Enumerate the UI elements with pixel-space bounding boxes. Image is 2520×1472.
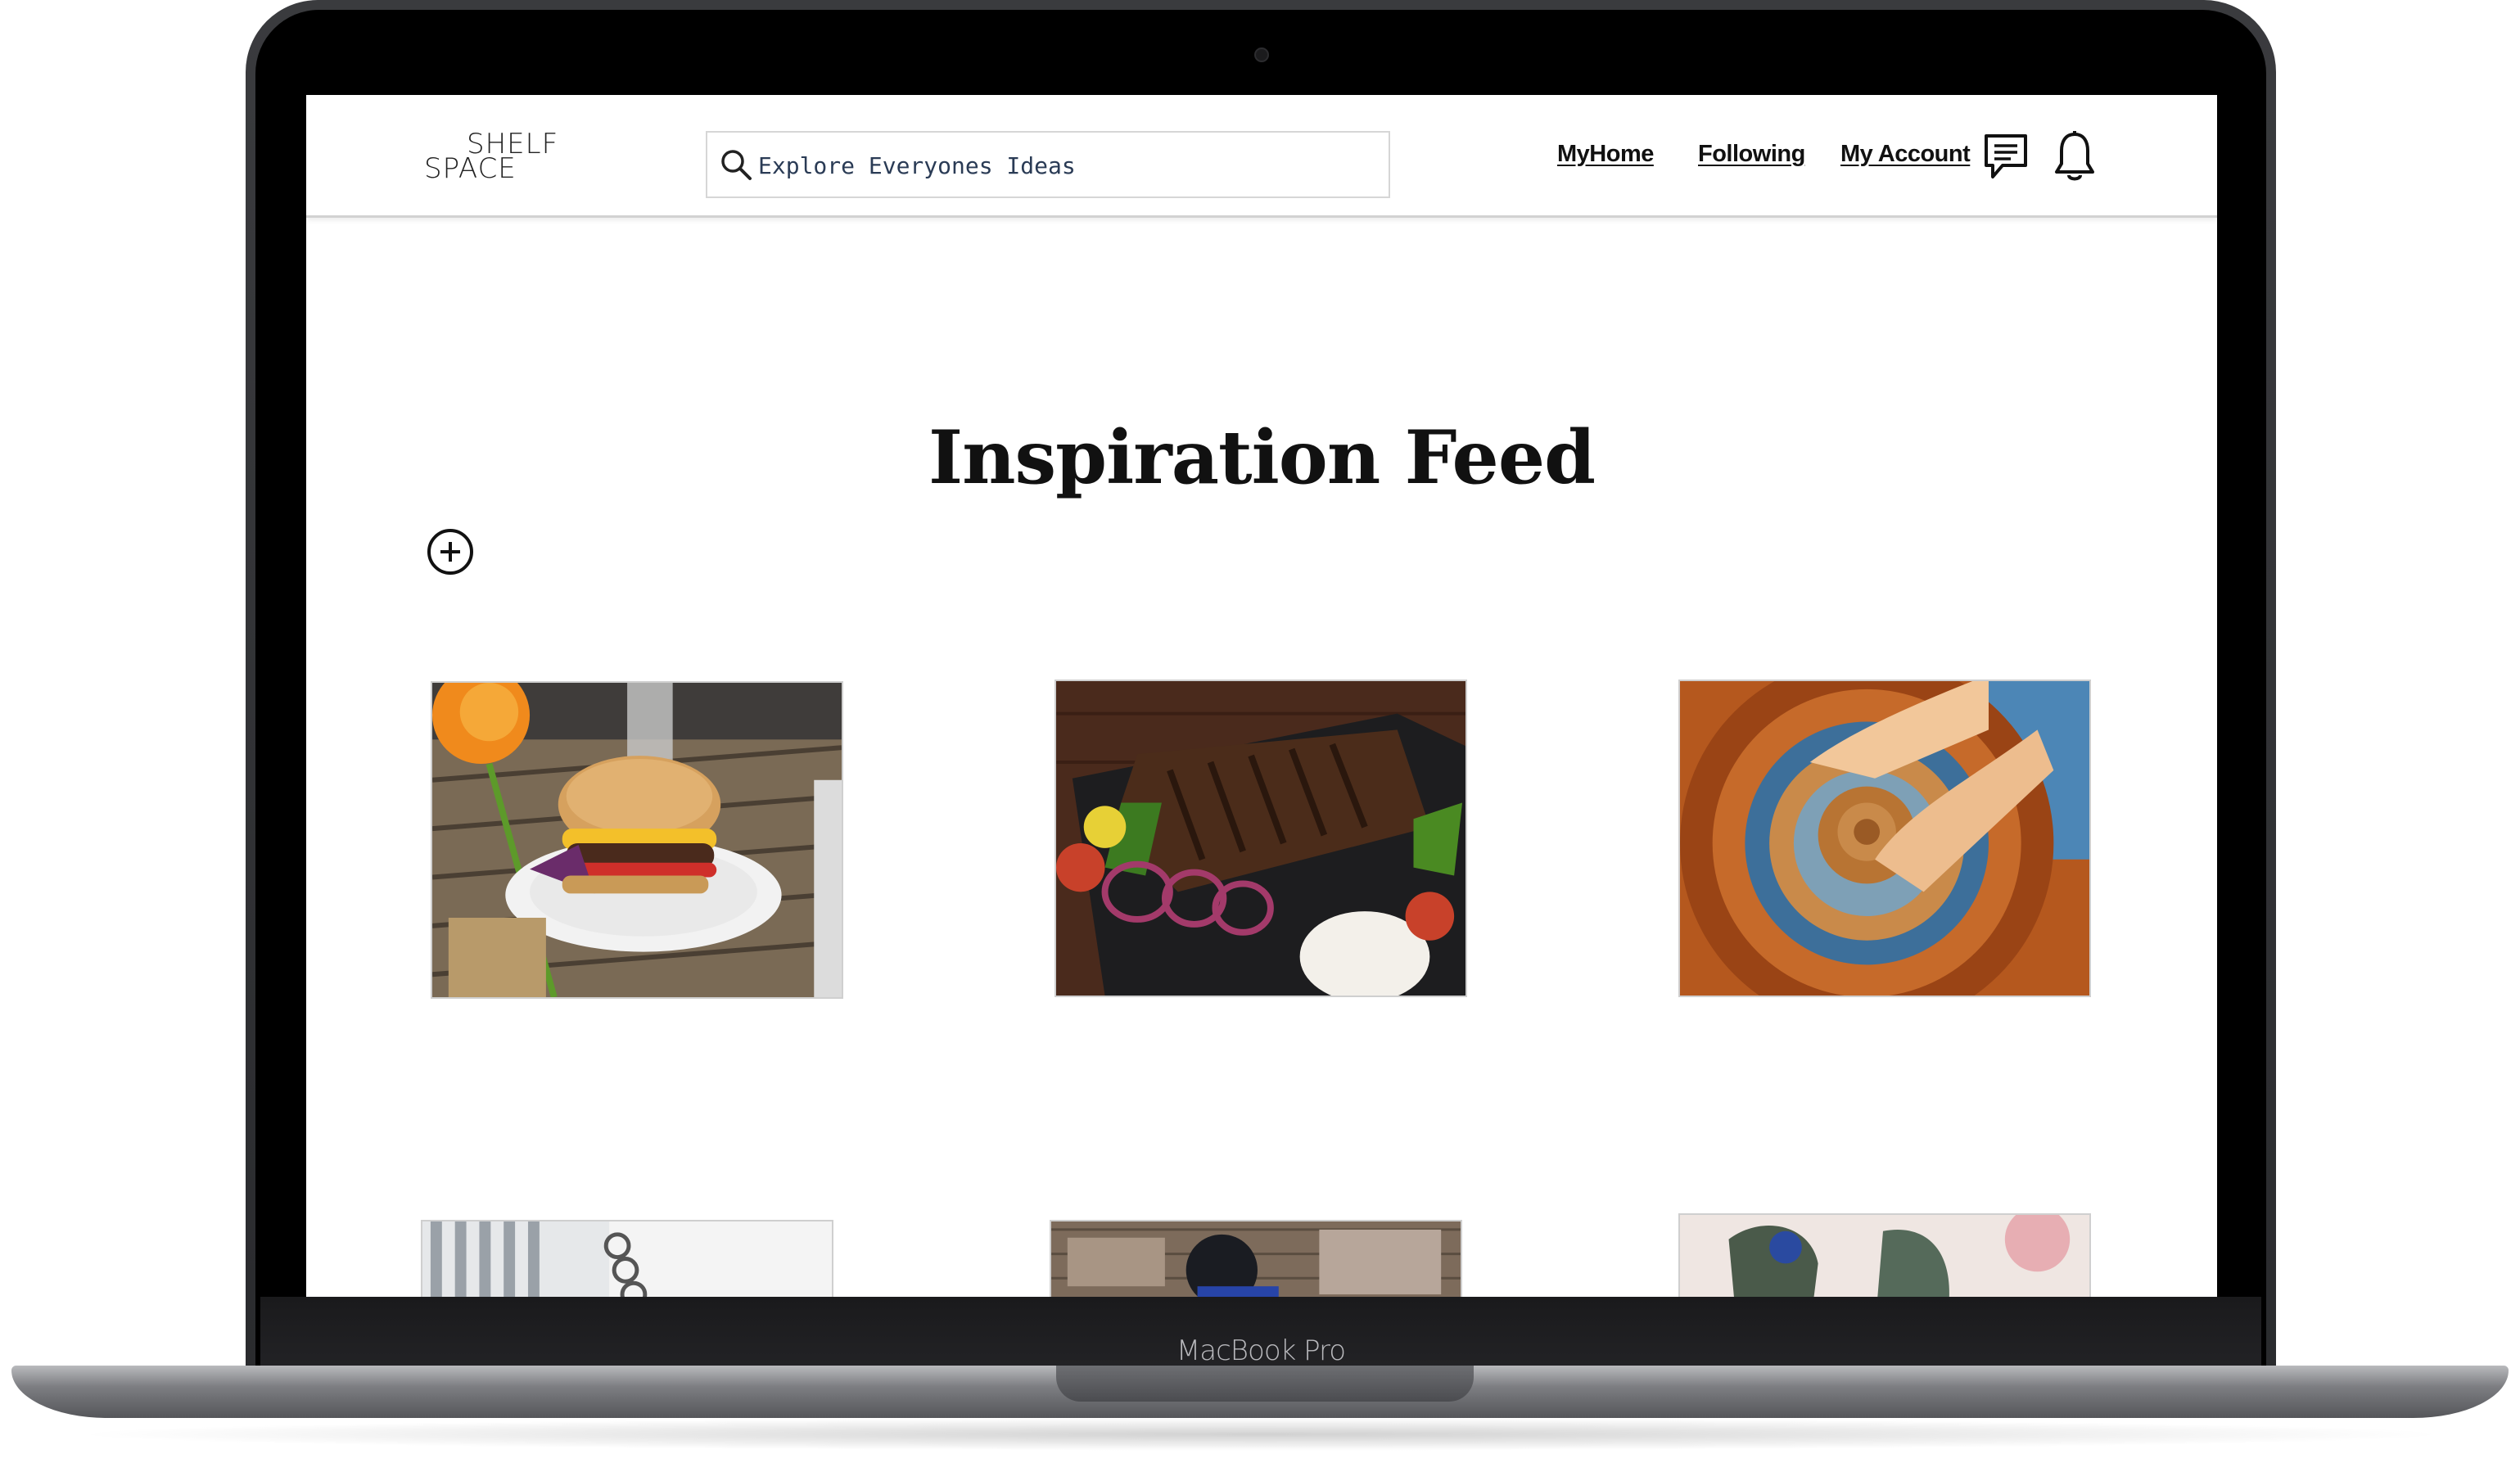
laptop-shadow bbox=[65, 1418, 2456, 1451]
feed-card[interactable] bbox=[1678, 1213, 2091, 1297]
chat-icon[interactable] bbox=[1981, 131, 2030, 183]
feed-card[interactable] bbox=[1055, 680, 1467, 997]
feed-image-burger bbox=[432, 683, 842, 997]
feed-card[interactable] bbox=[431, 681, 843, 999]
browser-viewport: SHELF SPACE MyHome Following My Account … bbox=[306, 95, 2217, 1297]
search-bar[interactable] bbox=[706, 131, 1390, 198]
feed-card[interactable] bbox=[421, 1220, 833, 1297]
page-title: Inspiration Feed bbox=[928, 414, 1596, 502]
laptop-notch bbox=[1056, 1366, 1474, 1402]
nav-link-following[interactable]: Following bbox=[1698, 141, 1805, 174]
feed-card[interactable] bbox=[1678, 680, 2091, 997]
feed-image-pottery bbox=[1680, 681, 2089, 996]
feed-image-paint-hands bbox=[1680, 1215, 2089, 1297]
search-input[interactable] bbox=[756, 146, 1362, 185]
logo-text-space: SPACE bbox=[424, 152, 517, 185]
nav-link-myhome[interactable]: MyHome bbox=[1557, 141, 1654, 174]
plus-circle-icon[interactable] bbox=[426, 527, 475, 576]
app-header: SHELF SPACE MyHome Following My Account bbox=[306, 95, 2217, 218]
shelf-space-logo[interactable]: SHELF SPACE bbox=[424, 128, 588, 187]
feed-image-baseball bbox=[1051, 1221, 1461, 1297]
feed-card[interactable] bbox=[1050, 1220, 1462, 1297]
feed-image-steak bbox=[1056, 681, 1465, 996]
camera-icon bbox=[1254, 47, 1269, 62]
feed-image-notebook bbox=[422, 1221, 832, 1297]
search-icon bbox=[721, 150, 752, 180]
nav-link-my-account[interactable]: My Account bbox=[1840, 141, 1971, 174]
bell-icon[interactable] bbox=[2052, 129, 2098, 185]
